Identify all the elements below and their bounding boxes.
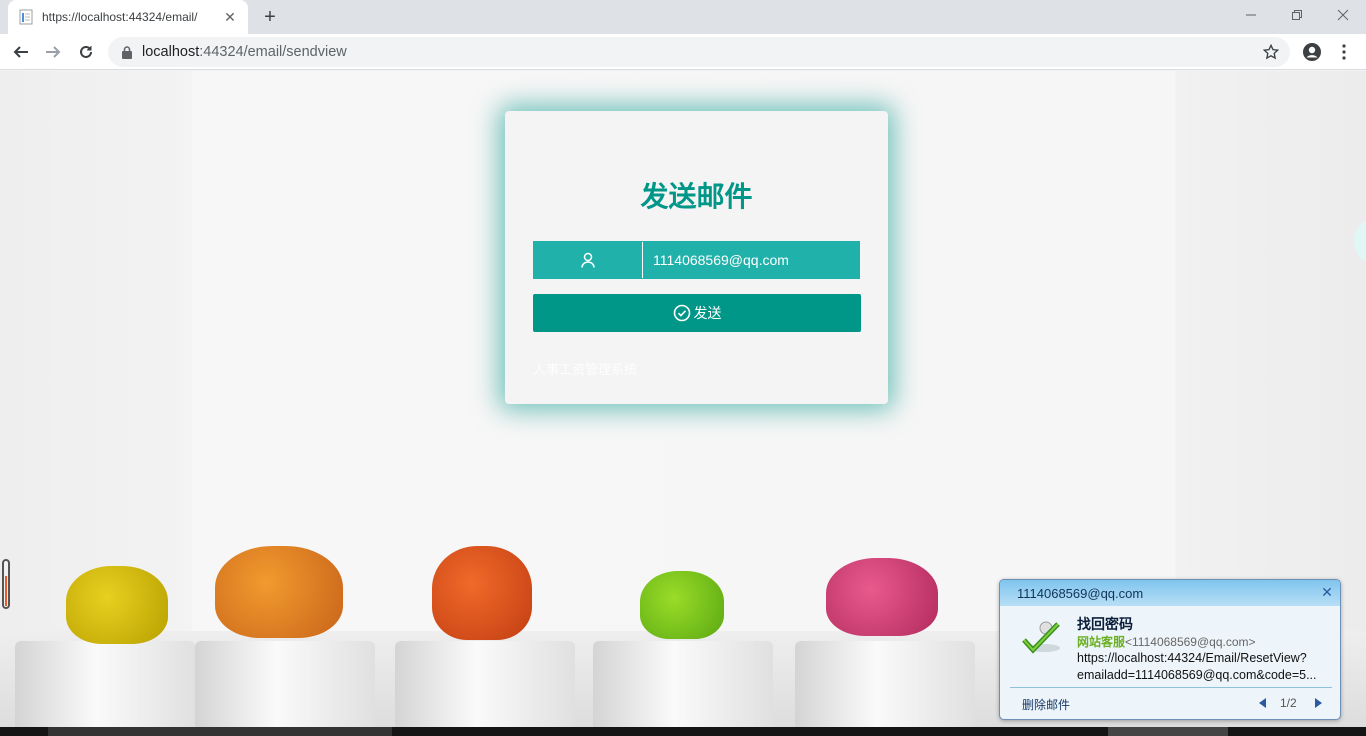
star-icon[interactable] (1262, 43, 1280, 61)
pot-decoration (593, 641, 773, 727)
pot-decoration (195, 641, 375, 727)
cactus-decoration (826, 558, 938, 636)
taskbar (0, 727, 1366, 736)
send-email-card: 发送邮件 发送 人事工资管理系统 (505, 111, 888, 404)
system-name-text: 人事工资管理系统 (533, 362, 638, 377)
account-icon (1303, 43, 1321, 61)
delete-mail-link[interactable]: 删除邮件 (1022, 696, 1070, 713)
notification-header: 1114068569@qq.com ✕ (1000, 580, 1340, 606)
pot-decoration (395, 641, 575, 727)
mail-notification-popup[interactable]: 1114068569@qq.com ✕ 找回密码 网站客服<1114068569… (999, 579, 1341, 720)
notification-body[interactable]: 找回密码 网站客服<1114068569@qq.com> https://loc… (1000, 606, 1340, 688)
menu-button[interactable] (1331, 39, 1357, 65)
profile-button[interactable] (1299, 39, 1325, 65)
mail-check-icon (1022, 616, 1064, 658)
page-icon (18, 9, 34, 25)
address-bar[interactable]: localhost:44324/email/sendview (108, 37, 1290, 67)
pot-decoration (15, 641, 195, 727)
lock-icon (120, 45, 134, 59)
tab-strip: https://localhost:44324/email/ ✕ + (0, 0, 1366, 34)
notification-account: 1114068569@qq.com (1017, 585, 1144, 601)
reload-button[interactable] (73, 39, 99, 65)
back-button[interactable] (8, 39, 34, 65)
notification-footer: 删除邮件 1/2 (1000, 688, 1340, 719)
notification-preview-line: emailadd=1114068569@qq.com&code=5... (1077, 668, 1317, 682)
user-icon (534, 242, 642, 278)
arrow-left-icon (13, 46, 28, 58)
page-title: 发送邮件 (640, 181, 753, 212)
minimize-button[interactable] (1228, 0, 1274, 30)
side-slider-handle[interactable] (2, 559, 10, 609)
cactus-decoration (66, 566, 168, 644)
close-icon[interactable]: ✕ (222, 9, 238, 25)
send-button[interactable]: 发送 (533, 294, 861, 332)
notification-subject: 找回密码 (1077, 616, 1133, 632)
forward-button[interactable] (40, 39, 66, 65)
window-close-button[interactable] (1320, 0, 1366, 30)
notification-sender: 网站客服<1114068569@qq.com> (1077, 635, 1256, 649)
cactus-decoration (432, 546, 532, 640)
browser-toolbar: localhost:44324/email/sendview (0, 34, 1366, 70)
prev-arrow-icon[interactable] (1257, 696, 1269, 710)
check-circle-icon (673, 304, 691, 322)
browser-tab[interactable]: https://localhost:44324/email/ ✕ (8, 0, 248, 34)
cactus-decoration (640, 571, 724, 639)
reload-icon (80, 45, 92, 58)
page-indicator: 1/2 (1280, 696, 1297, 710)
cactus-decoration (215, 546, 343, 638)
side-float-decoration (1354, 221, 1366, 261)
tab-title: https://localhost:44324/email/ (42, 10, 198, 24)
more-vert-icon (1342, 44, 1346, 60)
send-button-label: 发送 (693, 305, 722, 321)
next-arrow-icon[interactable] (1312, 696, 1324, 710)
url-text: localhost:44324/email/sendview (142, 44, 347, 60)
new-tab-button[interactable]: + (258, 5, 282, 29)
arrow-right-icon (46, 46, 61, 58)
close-icon[interactable]: ✕ (1320, 584, 1334, 600)
pot-decoration (795, 641, 975, 727)
email-input-group (533, 241, 860, 279)
email-input[interactable] (643, 242, 859, 278)
restore-button[interactable] (1274, 0, 1320, 30)
notification-preview-line: https://localhost:44324/Email/ResetView? (1077, 651, 1307, 665)
